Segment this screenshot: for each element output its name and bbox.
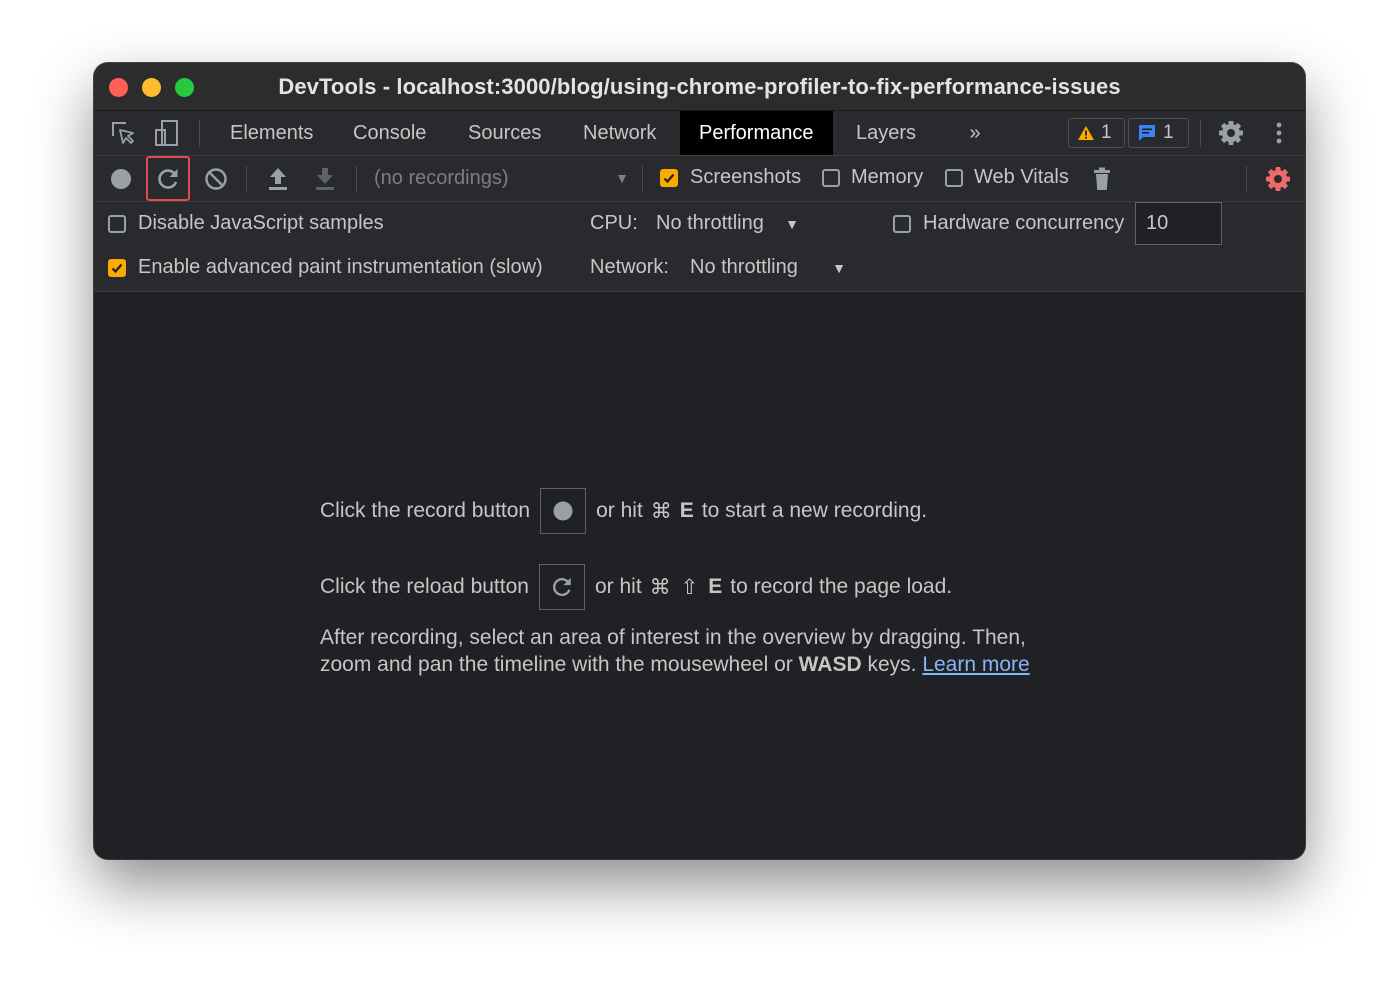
performance-toolbar: (no recordings) ▼ Screenshots Memory Web…	[94, 156, 1305, 202]
toolbar-separator	[246, 166, 247, 192]
memory-checkbox[interactable]	[822, 169, 840, 187]
upload-icon	[269, 168, 287, 190]
checkmark-icon	[663, 173, 675, 184]
devtools-window: DevTools - localhost:3000/blog/using-chr…	[94, 63, 1305, 859]
checkmark-icon	[111, 263, 123, 274]
title-bar: DevTools - localhost:3000/blog/using-chr…	[94, 63, 1305, 111]
learn-more-link[interactable]: Learn more	[922, 653, 1029, 676]
help-line-1: After recording, select an area of inter…	[320, 626, 1026, 649]
clear-icon	[205, 168, 227, 190]
screenshots-label: Screenshots	[690, 166, 802, 188]
network-label: Network:	[590, 256, 669, 278]
reload-instruction-or: or hit	[594, 575, 642, 598]
hardware-concurrency-checkbox[interactable]	[893, 215, 911, 233]
device-toolbar-icon[interactable]	[152, 119, 182, 147]
hardware-concurrency-label: Hardware concurrency	[923, 212, 1125, 234]
cpu-label: CPU:	[590, 212, 638, 234]
toolbar-separator	[642, 166, 643, 192]
load-profile-button[interactable]	[264, 165, 292, 193]
chevron-down-icon[interactable]: ▼	[784, 216, 800, 232]
shift-key-icon: ⇧	[680, 575, 699, 599]
e-key: E	[708, 575, 723, 598]
capture-settings-icon[interactable]	[1262, 164, 1294, 194]
toolbar-separator	[1246, 166, 1247, 192]
wasd-keys: WASD	[798, 653, 862, 676]
reload-icon	[552, 577, 571, 597]
cpu-throttling-select[interactable]: No throttling	[656, 212, 764, 235]
hardware-concurrency-input[interactable]: 10	[1135, 202, 1222, 245]
warnings-badge[interactable]: 1	[1068, 118, 1125, 148]
settings-gear-icon[interactable]	[1214, 119, 1248, 147]
disable-js-samples-label: Disable JavaScript samples	[138, 212, 384, 234]
collect-garbage-button[interactable]	[1090, 165, 1114, 193]
command-key-icon: ⌘	[650, 499, 672, 523]
advanced-paint-label: Enable advanced paint instrumentation (s…	[138, 256, 543, 278]
reload-button-inline[interactable]	[538, 564, 585, 610]
reload-icon	[158, 168, 178, 189]
toolbar-separator	[1200, 120, 1201, 147]
record-instruction: Click the record button or hit ⌘ E to st…	[320, 488, 927, 534]
toolbar-separator	[356, 166, 357, 192]
memory-label: Memory	[851, 166, 924, 188]
screenshots-checkbox[interactable]	[660, 169, 678, 187]
help-line-2-text: zoom and pan the timeline with the mouse…	[320, 653, 793, 676]
reload-and-record-button[interactable]	[146, 156, 190, 201]
download-icon	[316, 168, 334, 190]
clear-button[interactable]	[202, 166, 230, 192]
tab-elements[interactable]: Elements	[211, 111, 332, 155]
panel-tab-bar: Elements Console Sources Network Perform…	[94, 111, 1305, 156]
window-title: DevTools - localhost:3000/blog/using-chr…	[278, 74, 1121, 99]
chevron-down-icon[interactable]: ▼	[831, 260, 847, 276]
capture-settings-pane: Disable JavaScript samples Enable advanc…	[94, 202, 1305, 292]
record-instruction-or: or hit	[596, 499, 643, 522]
recordings-select[interactable]: (no recordings)	[374, 156, 509, 201]
messages-count: 1	[1163, 122, 1174, 143]
record-button-inline[interactable]	[540, 488, 587, 534]
reload-instruction: Click the reload button or hit ⌘ ⇧ E to …	[320, 564, 952, 610]
tab-console[interactable]: Console	[334, 111, 445, 155]
warning-icon	[1078, 126, 1094, 140]
more-tabs-icon[interactable]: »	[960, 121, 990, 145]
tab-performance[interactable]: Performance	[680, 111, 833, 155]
record-instruction-end: to start a new recording.	[701, 499, 928, 522]
reload-instruction-end: to record the page load.	[730, 575, 953, 598]
advanced-paint-checkbox[interactable]	[108, 259, 126, 277]
tab-network[interactable]: Network	[564, 111, 675, 155]
e-key: E	[679, 499, 694, 522]
message-icon	[1139, 125, 1155, 141]
record-button[interactable]	[108, 166, 134, 192]
more-options-icon[interactable]	[1264, 119, 1294, 147]
web-vitals-label: Web Vitals	[974, 166, 1069, 188]
record-icon	[553, 501, 573, 521]
help-line-2-end: keys.	[867, 653, 917, 676]
messages-badge[interactable]: 1	[1128, 118, 1189, 148]
help-line-2: zoom and pan the timeline with the mouse…	[320, 651, 1100, 678]
command-key-icon: ⌘	[649, 575, 671, 599]
tab-layers[interactable]: Layers	[837, 111, 935, 155]
record-instruction-text: Click the record button	[320, 499, 531, 522]
landing-page: Click the record button or hit ⌘ E to st…	[94, 292, 1305, 859]
network-throttling-select[interactable]: No throttling	[690, 256, 798, 279]
toolbar-separator	[199, 120, 200, 147]
chevron-down-icon[interactable]: ▼	[614, 170, 630, 186]
inspect-element-icon[interactable]	[108, 119, 138, 147]
tab-sources[interactable]: Sources	[449, 111, 560, 155]
disable-js-samples-checkbox[interactable]	[108, 215, 126, 233]
web-vitals-checkbox[interactable]	[945, 169, 963, 187]
reload-instruction-text: Click the reload button	[320, 575, 529, 598]
trash-icon	[1094, 167, 1110, 190]
warnings-count: 1	[1101, 122, 1112, 143]
help-paragraph: After recording, select an area of inter…	[320, 624, 1100, 678]
record-icon	[111, 169, 131, 189]
save-profile-button[interactable]	[311, 165, 339, 193]
